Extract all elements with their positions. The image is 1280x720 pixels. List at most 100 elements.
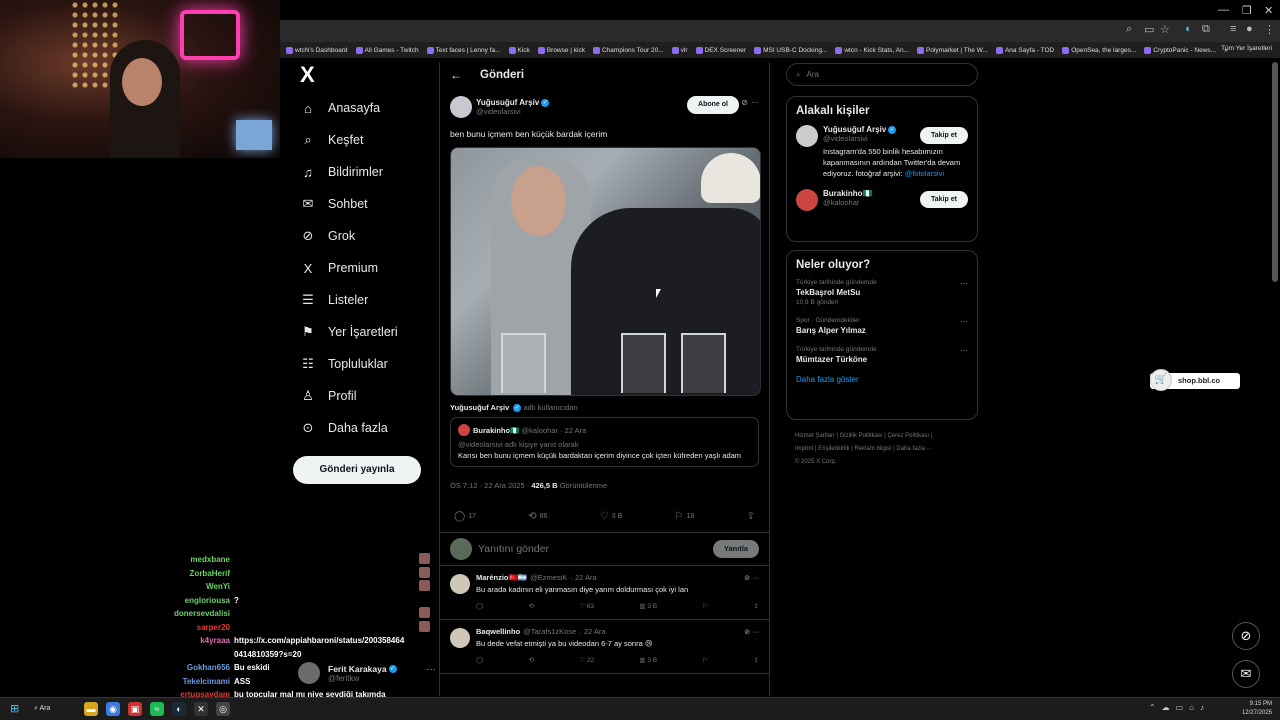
app-icon[interactable]: ◎ — [216, 702, 230, 716]
bookmark-item[interactable]: DEX Screener — [695, 46, 746, 54]
reply-author[interactable]: Baqwellinho — [476, 627, 520, 636]
zoom-icon[interactable]: ⌕ — [1126, 23, 1132, 36]
nav-item-sohbet[interactable]: ✉ Sohbet — [292, 188, 432, 220]
x-logo-icon[interactable]: X — [300, 62, 432, 92]
context-author[interactable]: Yuğusuğuf Arşiv — [450, 403, 509, 412]
reply-composer[interactable]: Yanıtını gönder Yanıtla — [440, 532, 769, 567]
author-name[interactable]: Yuğusuğuf Arşiv — [476, 98, 539, 107]
nav-item-grok[interactable]: ⊘ Grok — [292, 220, 432, 252]
reply-tweet[interactable]: Marénzio🇹🇷🇦🇷 @EzmesiK · 22 Ara Bu arada kad… — [440, 566, 769, 621]
more-options-icon[interactable]: ··· — [751, 98, 759, 107]
reply-avatar[interactable] — [450, 574, 470, 595]
share-icon[interactable]: ⇪ — [753, 656, 758, 664]
more-options-icon[interactable]: ··· — [960, 279, 968, 288]
profile-icon[interactable]: ● — [1246, 23, 1253, 35]
bookmark-item[interactable]: All Games - Twitch — [355, 46, 419, 54]
app-icon[interactable]: ▣ — [128, 702, 142, 716]
reply-input[interactable]: Yanıtını gönder — [478, 543, 549, 555]
all-bookmarks-folder[interactable]: Tüm Yer İşaretleri — [1221, 45, 1272, 52]
trend-item[interactable]: Spor · Gündemdekiler Barış Alper Yılmaz ··… — [796, 317, 968, 335]
file-explorer-icon[interactable]: ▬ — [84, 702, 98, 716]
related-person[interactable]: Yuğusuğuf Arşiv ✓ @videolarsivi Instagram'd… — [796, 125, 968, 179]
search-input[interactable]: ⌕ Ara — [786, 63, 978, 86]
bio-link[interactable]: @fotolarsivi — [905, 169, 944, 178]
scrollbar[interactable] — [1272, 62, 1278, 282]
reply-submit-button[interactable]: Yanıtla — [713, 540, 759, 559]
minimize-button[interactable]: — — [1218, 4, 1229, 16]
repost-icon[interactable]: ⟲ — [529, 656, 534, 664]
share-icon[interactable]: ⇪ — [753, 602, 758, 610]
steam-icon[interactable]: ◐ — [172, 702, 186, 716]
bookmark-item[interactable]: OpenSea, the larges... — [1062, 46, 1136, 54]
views-button[interactable]: ▥ 3 B — [639, 602, 657, 610]
grok-icon[interactable]: ⊘ — [741, 98, 748, 107]
reading-list-icon[interactable]: ≡ — [1230, 23, 1236, 35]
reply-icon[interactable]: ◯ — [476, 602, 483, 610]
quoted-tweet[interactable]: Burakinho🇳🇬 @kaloohar · 22 Ara @videolar… — [450, 417, 759, 468]
app-icon[interactable]: ✕ — [194, 702, 208, 716]
nav-item-keşfet[interactable]: ⌕ Keşfet — [292, 124, 432, 156]
back-arrow-icon[interactable]: ← — [450, 68, 462, 82]
bookmark-button[interactable]: ⚐ 18 — [675, 511, 695, 522]
nav-item-daha-fazla[interactable]: ⊙ Daha fazla — [292, 412, 432, 444]
menu-icon[interactable]: ⋮ — [1264, 23, 1275, 36]
author-handle[interactable]: @videolarsivi — [476, 107, 549, 116]
address-bar[interactable]: ⌕ ▭ ☆ ◖ ⧉ ≡ ● ⋮ — [280, 20, 1280, 42]
more-options-icon[interactable]: ⊘ ··· — [744, 628, 759, 636]
clock[interactable]: 9:15 PM 12/27/2025 — [1242, 700, 1272, 718]
system-tray[interactable]: ⌃☁▭⌂♪ — [1149, 703, 1210, 712]
extension-icon[interactable]: ◖ — [1184, 23, 1191, 35]
bookmark-item[interactable]: vlr — [671, 46, 688, 54]
post-button[interactable]: Gönderi yayınla — [293, 456, 421, 484]
repost-button[interactable]: ⟲ 86 — [528, 511, 547, 522]
share-button[interactable]: ⇪ — [747, 511, 755, 522]
reply-avatar[interactable] — [450, 628, 470, 649]
reply-author[interactable]: Marénzio🇹🇷🇦🇷 — [476, 573, 527, 582]
reply-tweet[interactable]: Baqwellinho @Tarafs1zKose · 22 Ara Bu dede … — [440, 620, 769, 675]
follow-button[interactable]: Takip et — [920, 127, 968, 144]
messages-fab-icon[interactable]: ✉ — [1232, 660, 1260, 688]
nav-item-bildirimler[interactable]: ♫ Bildirimler — [292, 156, 432, 188]
nav-item-listeler[interactable]: ☰ Listeler — [292, 284, 432, 316]
bookmark-icon[interactable]: ⚐ — [702, 656, 708, 664]
footer-line[interactable]: Imprint | Erişilebilirlik | Reklam bilgi… — [795, 443, 975, 456]
author-avatar[interactable] — [450, 96, 472, 118]
bookmark-item[interactable]: Kick — [508, 46, 530, 54]
bookmark-item[interactable]: Champions Tour 20... — [592, 46, 664, 54]
bookmark-item[interactable]: Browse | kick — [537, 46, 585, 54]
subscribe-button[interactable]: Abone ol — [687, 96, 739, 114]
install-icon[interactable]: ▭ — [1144, 23, 1154, 36]
star-icon[interactable]: ☆ — [1160, 23, 1170, 36]
follow-button[interactable]: Takip et — [920, 191, 968, 208]
reply-button[interactable]: ◯ 17 — [454, 511, 476, 522]
more-options-icon[interactable]: ⊘ ··· — [744, 574, 759, 582]
tweet-video[interactable] — [450, 147, 761, 396]
maximize-button[interactable]: ❐ — [1242, 4, 1252, 17]
more-options-icon[interactable]: ··· — [960, 346, 968, 355]
bookmark-item[interactable]: wtcN's Dashboard — [286, 46, 348, 54]
nav-item-yer-i-şaretleri[interactable]: ⚑ Yer İşaretleri — [292, 316, 432, 348]
trend-item[interactable]: Türkiye tarihinde gündemde Mümtazer Türkö… — [796, 346, 968, 364]
like-button[interactable]: ♡ 22 — [579, 656, 594, 664]
grok-fab-icon[interactable]: ⊘ — [1232, 622, 1260, 650]
like-button[interactable]: ♡ 3 B — [600, 511, 622, 522]
bookmark-item[interactable]: Polymarket | The W... — [917, 46, 988, 54]
footer-line[interactable]: Hizmet Şartları | Gizlilik Politikası | … — [795, 430, 975, 443]
close-button[interactable]: ✕ — [1264, 4, 1273, 17]
nav-item-premium[interactable]: X Premium — [292, 252, 432, 284]
bookmark-item[interactable]: Ana Sayfa - TOD — [995, 46, 1054, 54]
show-more-link[interactable]: Daha fazla göster — [796, 375, 968, 384]
related-person[interactable]: Burakinho🇳🇬 @kaloohar Takip et — [796, 189, 968, 211]
nav-item-topluluklar[interactable]: ☷ Topluluklar — [292, 348, 432, 380]
bookmark-item[interactable]: wtcn - Kick Stats, An... — [835, 46, 909, 54]
like-button[interactable]: ♡ 63 — [579, 602, 594, 610]
bookmark-item[interactable]: CryptoPanic - News... — [1144, 46, 1216, 54]
nav-item-profil[interactable]: ♙ Profil — [292, 380, 432, 412]
more-options-icon[interactable]: ··· — [960, 317, 968, 326]
bookmark-icon[interactable]: ⚐ — [702, 602, 708, 610]
tweet-time[interactable]: ÖS 7:12 · 22 Ara 2025 · — [450, 481, 529, 490]
extensions-icon[interactable]: ⧉ — [1202, 23, 1210, 36]
repost-icon[interactable]: ⟲ — [529, 602, 534, 610]
reply-icon[interactable]: ◯ — [476, 656, 483, 664]
bookmark-item[interactable]: Text faces | Lenny fa... — [426, 46, 501, 54]
